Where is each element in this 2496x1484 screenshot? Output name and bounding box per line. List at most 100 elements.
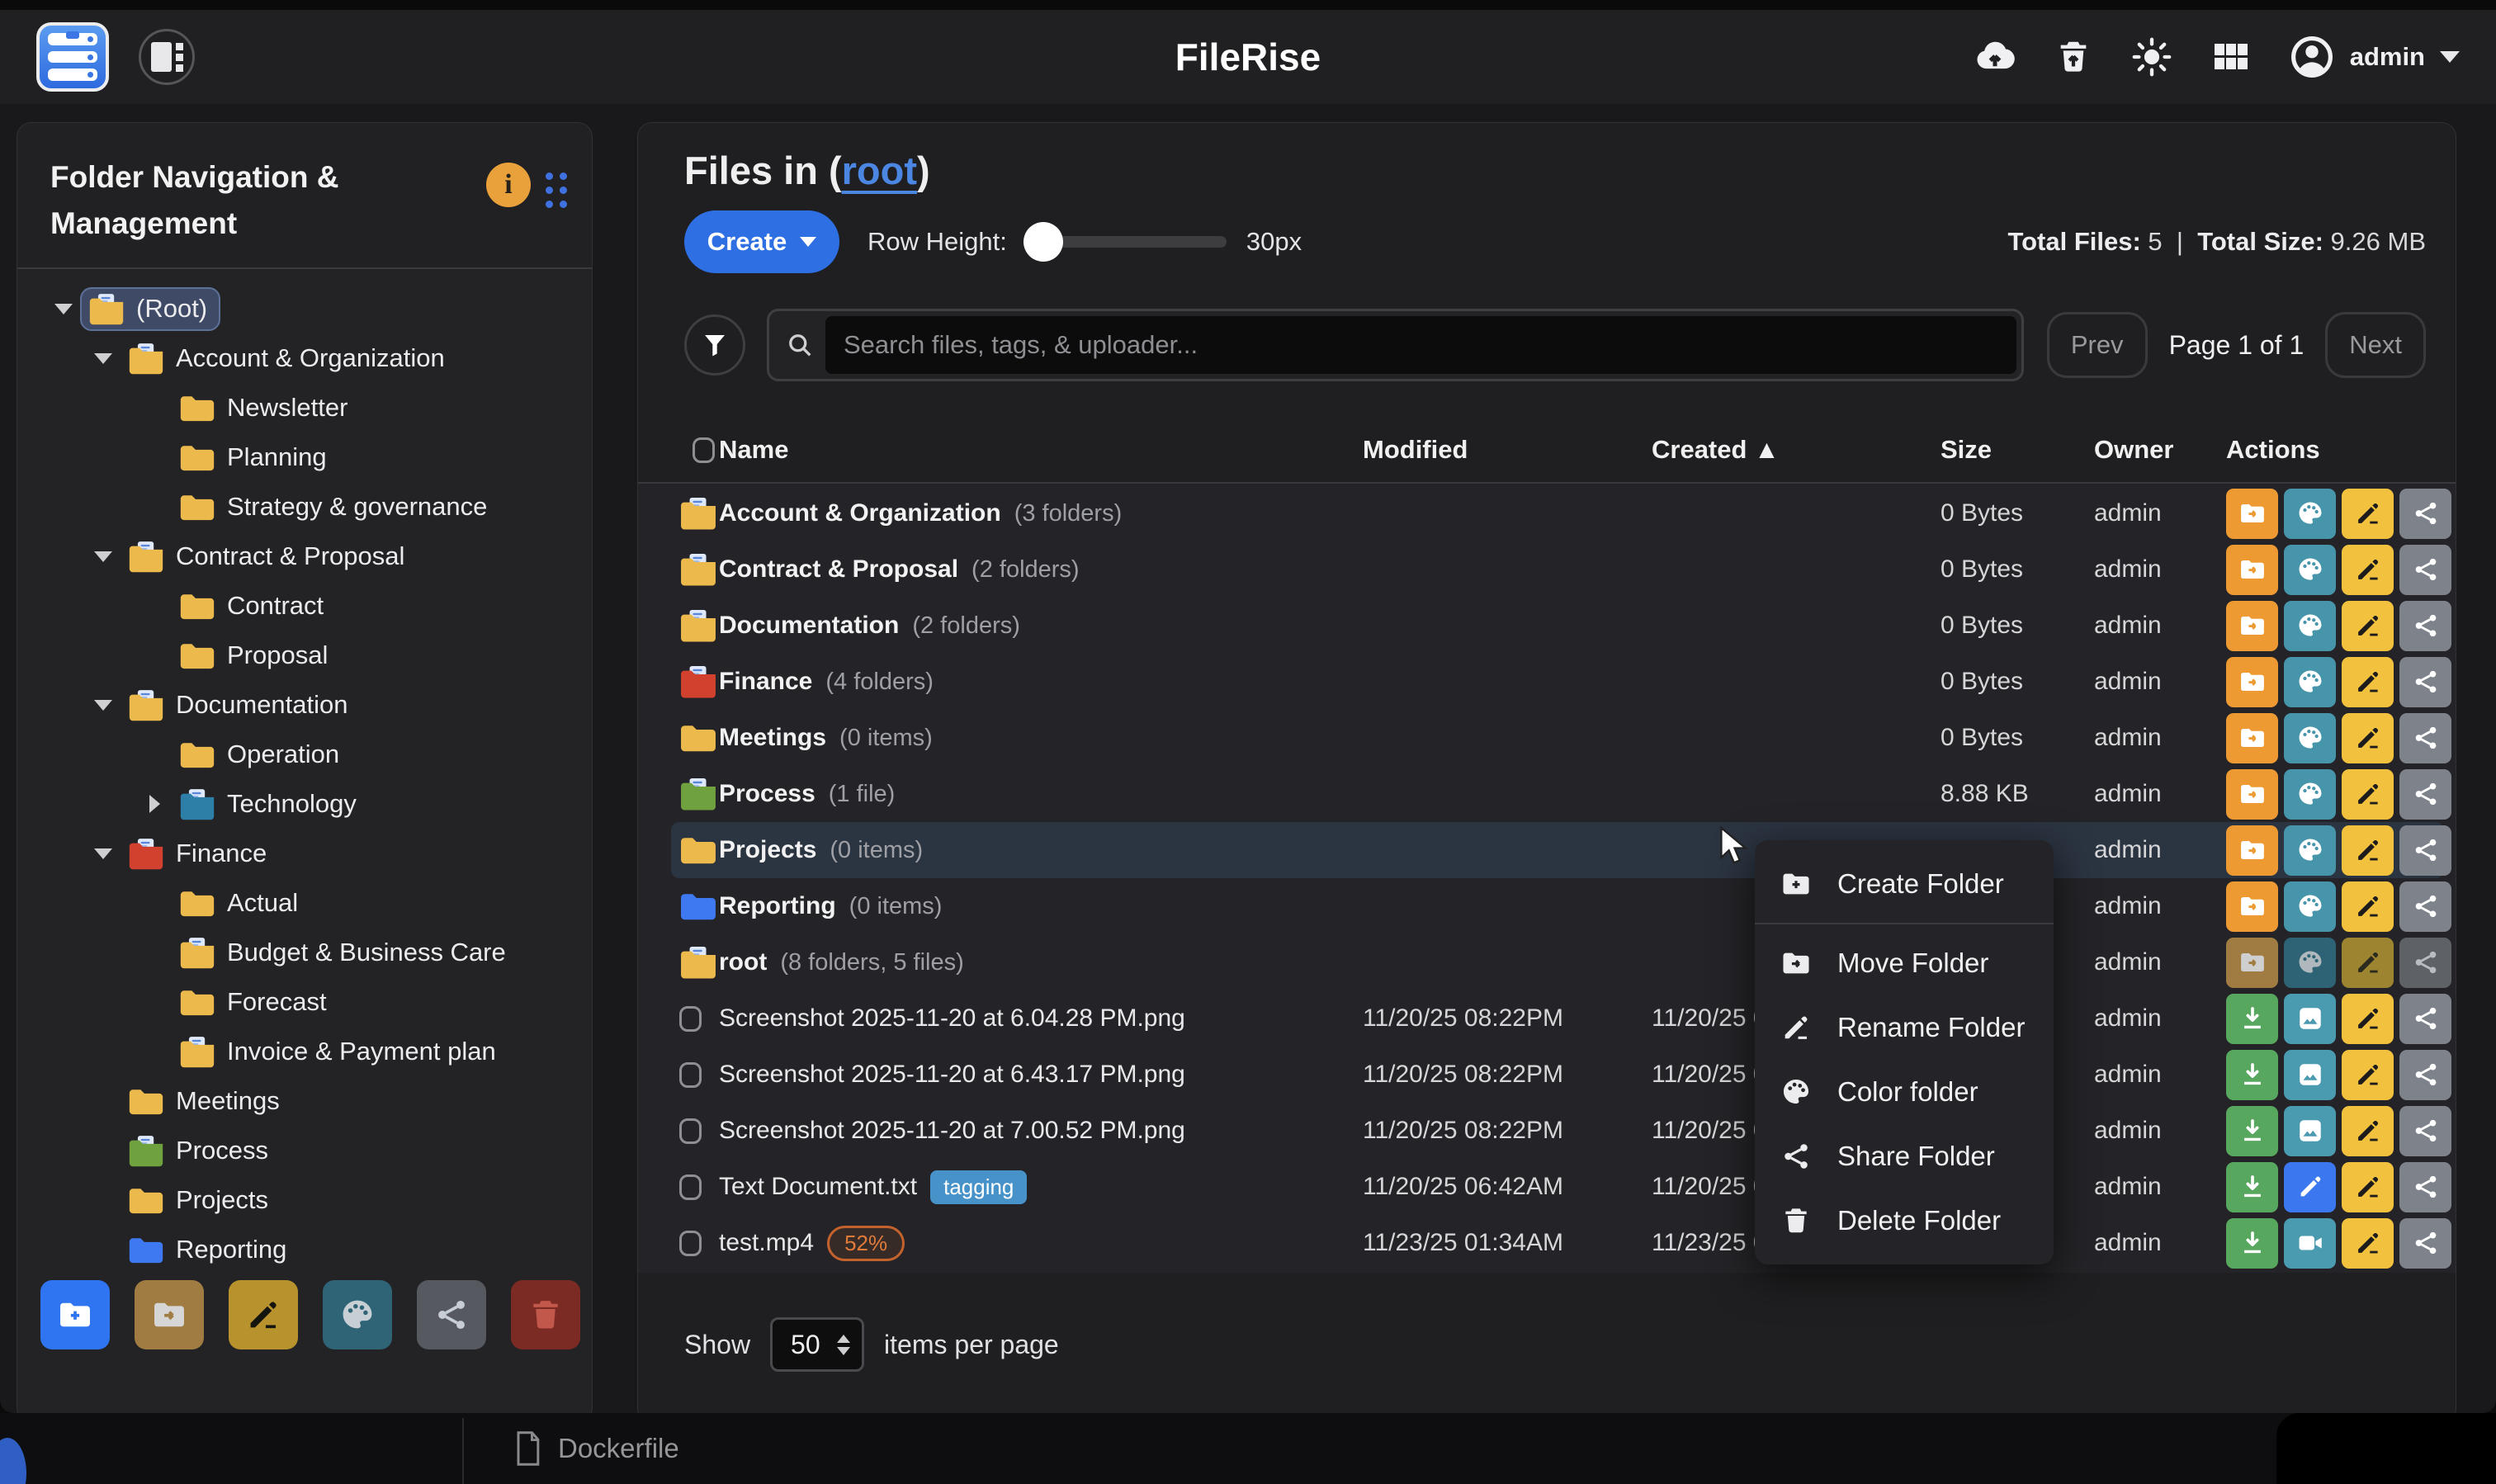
- share-action-button[interactable]: [2399, 1162, 2451, 1212]
- pencil-action-button[interactable]: [2342, 881, 2394, 932]
- trash-button[interactable]: [511, 1280, 580, 1349]
- pencil-action-button[interactable]: [2342, 1050, 2394, 1100]
- tree-item[interactable]: Newsletter: [17, 383, 584, 432]
- table-row-folder[interactable]: Documentation(2 folders)0 Bytesadmin: [671, 598, 2444, 654]
- prev-page-button[interactable]: Prev: [2047, 312, 2148, 378]
- share-action-button[interactable]: [2399, 601, 2451, 651]
- per-page-select[interactable]: 50: [770, 1317, 864, 1372]
- image-action-button[interactable]: [2284, 1106, 2336, 1156]
- tree-item[interactable]: Contract & Proposal: [17, 532, 584, 581]
- column-header-created[interactable]: Created ▲: [1652, 435, 1941, 465]
- folder-move-action-button[interactable]: [2226, 489, 2278, 539]
- palette-action-button[interactable]: [2284, 825, 2336, 876]
- palette-button[interactable]: [323, 1280, 392, 1349]
- tree-item[interactable]: Finance: [17, 829, 584, 878]
- next-page-button[interactable]: Next: [2325, 312, 2426, 378]
- table-row-folder[interactable]: root(8 folders, 5 files)admin: [671, 934, 2444, 990]
- table-row-folder[interactable]: Reporting(0 items)admin: [671, 878, 2444, 934]
- drag-handle-icon[interactable]: [546, 173, 567, 208]
- image-action-button[interactable]: [2284, 1050, 2336, 1100]
- share-action-button[interactable]: [2399, 825, 2451, 876]
- pencil-action-button[interactable]: [2342, 938, 2394, 988]
- palette-action-button[interactable]: [2284, 769, 2336, 820]
- pencil-action-button[interactable]: [2342, 1162, 2394, 1212]
- palette-action-button[interactable]: [2284, 489, 2336, 539]
- pencil-action-button[interactable]: [2342, 1106, 2394, 1156]
- table-row-file[interactable]: test.mp452%11/23/25 01:34AM11/23/25 0adm…: [671, 1215, 2444, 1271]
- palette-action-button[interactable]: [2284, 545, 2336, 595]
- caret-down-icon[interactable]: [87, 551, 120, 562]
- table-row-folder[interactable]: Process(1 file)8.88 KBadmin: [671, 766, 2444, 822]
- table-row-folder[interactable]: Projects(0 items)0 Bytesadmin: [671, 822, 2444, 878]
- share-action-button[interactable]: [2399, 489, 2451, 539]
- tree-item[interactable]: Strategy & governance: [17, 482, 584, 532]
- trash-restore-icon[interactable]: [2054, 36, 2092, 78]
- folder-move-action-button[interactable]: [2226, 601, 2278, 651]
- table-row-folder[interactable]: Finance(4 folders)0 Bytesadmin: [671, 654, 2444, 710]
- tree-item[interactable]: Budget & Business Care: [17, 928, 584, 977]
- table-row-file[interactable]: Screenshot 2025-11-20 at 7.00.52 PM.png1…: [671, 1103, 2444, 1159]
- folder-plus-button[interactable]: [40, 1280, 110, 1349]
- folder-move-action-button[interactable]: [2226, 657, 2278, 707]
- table-row-folder[interactable]: Account & Organization(3 folders)0 Bytes…: [671, 485, 2444, 541]
- table-row-file[interactable]: Screenshot 2025-11-20 at 6.04.28 PM.png1…: [671, 990, 2444, 1047]
- tree-item[interactable]: Reporting: [17, 1225, 584, 1274]
- image-action-button[interactable]: [2284, 994, 2336, 1044]
- pencil-action-button[interactable]: [2342, 769, 2394, 820]
- palette-action-button[interactable]: [2284, 938, 2336, 988]
- tree-item[interactable]: Projects: [17, 1175, 584, 1225]
- download-action-button[interactable]: [2226, 994, 2278, 1044]
- table-row-file[interactable]: Text Document.txttagging11/20/25 06:42AM…: [671, 1159, 2444, 1215]
- palette-action-button[interactable]: [2284, 657, 2336, 707]
- row-checkbox[interactable]: [679, 1006, 702, 1032]
- tree-item[interactable]: Meetings: [17, 1076, 584, 1126]
- context-menu-item[interactable]: Color folder: [1755, 1060, 2054, 1124]
- tree-item[interactable]: Contract: [17, 581, 584, 631]
- download-action-button[interactable]: [2226, 1106, 2278, 1156]
- caret-right-icon[interactable]: [138, 795, 171, 813]
- tree-item[interactable]: Technology: [17, 779, 584, 829]
- sun-icon[interactable]: [2130, 35, 2173, 78]
- tree-item[interactable]: Proposal: [17, 631, 584, 680]
- select-all-checkbox[interactable]: [693, 437, 715, 463]
- tree-item[interactable]: Invoice & Payment plan: [17, 1027, 584, 1076]
- folder-move-action-button[interactable]: [2226, 713, 2278, 763]
- folder-move-button[interactable]: [135, 1280, 204, 1349]
- share-action-button[interactable]: [2399, 1106, 2451, 1156]
- server-logo-icon[interactable]: [36, 22, 109, 92]
- pen-action-button[interactable]: [2284, 1162, 2336, 1212]
- share-action-button[interactable]: [2399, 713, 2451, 763]
- info-icon[interactable]: i: [486, 163, 531, 207]
- share-action-button[interactable]: [2399, 994, 2451, 1044]
- user-menu[interactable]: admin: [2289, 34, 2460, 80]
- pencil-action-button[interactable]: [2342, 994, 2394, 1044]
- download-action-button[interactable]: [2226, 1050, 2278, 1100]
- row-checkbox[interactable]: [679, 1062, 702, 1088]
- sidebar-layout-button[interactable]: [139, 29, 195, 85]
- context-menu-item[interactable]: Rename Folder: [1755, 995, 2054, 1060]
- column-header-name[interactable]: Name: [719, 435, 1363, 465]
- tree-item[interactable]: Process: [17, 1126, 584, 1175]
- tree-item[interactable]: Planning: [17, 432, 584, 482]
- search-input[interactable]: [825, 316, 2016, 374]
- column-header-size[interactable]: Size: [1941, 435, 2094, 465]
- pencil-action-button[interactable]: [2342, 1218, 2394, 1269]
- share-action-button[interactable]: [2399, 881, 2451, 932]
- pencil-action-button[interactable]: [2342, 489, 2394, 539]
- pencil-action-button[interactable]: [2342, 657, 2394, 707]
- context-menu-item[interactable]: Create Folder: [1755, 852, 2054, 916]
- root-link[interactable]: root: [842, 149, 917, 192]
- folder-move-action-button[interactable]: [2226, 545, 2278, 595]
- row-checkbox[interactable]: [679, 1118, 702, 1144]
- palette-action-button[interactable]: [2284, 713, 2336, 763]
- context-menu-item[interactable]: Share Folder: [1755, 1124, 2054, 1189]
- folder-move-action-button[interactable]: [2226, 825, 2278, 876]
- tree-item[interactable]: Account & Organization: [17, 333, 584, 383]
- context-menu-item[interactable]: Move Folder: [1755, 931, 2054, 995]
- context-menu-item[interactable]: Delete Folder: [1755, 1189, 2054, 1253]
- row-height-slider[interactable]: [1027, 236, 1227, 248]
- palette-action-button[interactable]: [2284, 601, 2336, 651]
- pencil-action-button[interactable]: [2342, 601, 2394, 651]
- caret-down-icon[interactable]: [47, 304, 80, 314]
- row-checkbox[interactable]: [679, 1231, 702, 1256]
